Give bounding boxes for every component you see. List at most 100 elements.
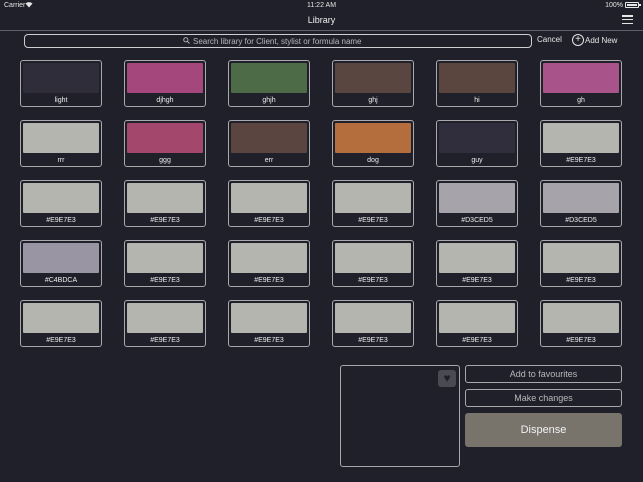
- swatch-label: rrr: [57, 157, 65, 164]
- swatch-color: [127, 243, 203, 273]
- swatch-color: [231, 243, 307, 273]
- swatch-color: [23, 243, 99, 273]
- battery-icon: [625, 2, 641, 8]
- swatch-tile[interactable]: #E9E7E3: [20, 300, 102, 347]
- swatch-color: [335, 123, 411, 153]
- swatch-label: #D3CED5: [461, 217, 493, 224]
- swatch-tile[interactable]: #E9E7E3: [540, 300, 622, 347]
- swatch-tile[interactable]: #E9E7E3: [540, 120, 622, 167]
- swatch-color: [439, 123, 515, 153]
- page-title: Library: [307, 15, 336, 25]
- swatch-tile[interactable]: #E9E7E3: [436, 240, 518, 287]
- swatch-color: [335, 183, 411, 213]
- swatch-tile[interactable]: #E9E7E3: [540, 240, 622, 287]
- swatch-color: [543, 243, 619, 273]
- swatch-label: #E9E7E3: [150, 277, 180, 284]
- swatch-tile[interactable]: gh: [540, 60, 622, 107]
- swatch-tile[interactable]: ghjh: [228, 60, 310, 107]
- add-to-favourites-button[interactable]: Add to favourites: [465, 365, 622, 383]
- swatch-tile[interactable]: #E9E7E3: [20, 180, 102, 227]
- swatch-label: #E9E7E3: [254, 337, 284, 344]
- swatch-tile[interactable]: #E9E7E3: [332, 180, 414, 227]
- formula-preview: ♥: [340, 365, 460, 467]
- search-input[interactable]: [193, 36, 373, 46]
- swatch-label: dog: [367, 157, 379, 164]
- swatch-tile[interactable]: #E9E7E3: [228, 180, 310, 227]
- swatch-label: #E9E7E3: [46, 217, 76, 224]
- heart-icon[interactable]: ♥: [438, 370, 456, 387]
- swatch-label: #E9E7E3: [150, 337, 180, 344]
- search-field[interactable]: [24, 34, 532, 48]
- swatch-color: [231, 303, 307, 333]
- swatch-tile[interactable]: #D3CED5: [436, 180, 518, 227]
- swatch-label: djhgh: [156, 97, 174, 104]
- swatch-label: #E9E7E3: [462, 277, 492, 284]
- swatch-color: [127, 183, 203, 213]
- swatch-tile[interactable]: rrr: [20, 120, 102, 167]
- menu-icon[interactable]: [622, 15, 633, 25]
- swatch-tile[interactable]: #E9E7E3: [332, 300, 414, 347]
- swatch-tile[interactable]: #E9E7E3: [228, 240, 310, 287]
- swatch-color: [231, 123, 307, 153]
- nav-bar: Library: [0, 11, 643, 31]
- swatch-color: [23, 303, 99, 333]
- swatch-tile[interactable]: #E9E7E3: [124, 300, 206, 347]
- swatch-tile[interactable]: light: [20, 60, 102, 107]
- swatch-label: #E9E7E3: [462, 337, 492, 344]
- swatch-tile[interactable]: #E9E7E3: [124, 180, 206, 227]
- swatch-label: #E9E7E3: [566, 157, 596, 164]
- swatch-tile[interactable]: #E9E7E3: [332, 240, 414, 287]
- swatch-label: #C4BDCA: [44, 277, 78, 284]
- swatch-label: hi: [474, 97, 480, 104]
- swatch-color: [439, 63, 515, 93]
- swatch-label: #D3CED5: [565, 217, 597, 224]
- make-changes-button[interactable]: Make changes: [465, 389, 622, 407]
- swatch-tile[interactable]: ggg: [124, 120, 206, 167]
- swatch-label: #E9E7E3: [254, 277, 284, 284]
- swatch-tile[interactable]: dog: [332, 120, 414, 167]
- swatch-color: [231, 183, 307, 213]
- swatch-color: [543, 183, 619, 213]
- status-bar: Carrier 11:22 AM 100%: [0, 0, 643, 11]
- swatch-tile[interactable]: hi: [436, 60, 518, 107]
- battery-percent: 100%: [605, 2, 623, 9]
- swatch-color: [439, 303, 515, 333]
- swatch-label: ghjh: [262, 97, 276, 104]
- swatch-color: [335, 303, 411, 333]
- swatch-tile[interactable]: #E9E7E3: [124, 240, 206, 287]
- dispense-button[interactable]: Dispense: [465, 413, 622, 447]
- swatch-tile[interactable]: #C4BDCA: [20, 240, 102, 287]
- swatch-color: [543, 63, 619, 93]
- swatch-tile[interactable]: err: [228, 120, 310, 167]
- swatch-tile[interactable]: #E9E7E3: [228, 300, 310, 347]
- swatch-color: [335, 243, 411, 273]
- swatch-tile[interactable]: ghj: [332, 60, 414, 107]
- swatch-color: [335, 63, 411, 93]
- swatch-label: #E9E7E3: [46, 337, 76, 344]
- swatch-tile[interactable]: #D3CED5: [540, 180, 622, 227]
- swatch-label: guy: [471, 157, 483, 164]
- swatch-color: [439, 243, 515, 273]
- swatch-label: #E9E7E3: [150, 217, 180, 224]
- swatch-color: [23, 63, 99, 93]
- swatch-tile[interactable]: #E9E7E3: [436, 300, 518, 347]
- swatch-color: [127, 63, 203, 93]
- cancel-button[interactable]: Cancel: [537, 35, 562, 44]
- swatch-color: [543, 303, 619, 333]
- swatch-color: [23, 123, 99, 153]
- status-time: 11:22 AM: [306, 2, 337, 9]
- swatch-label: gh: [577, 97, 585, 104]
- add-new-label: Add New: [585, 35, 618, 45]
- swatch-label: err: [264, 157, 274, 164]
- swatch-tile[interactable]: guy: [436, 120, 518, 167]
- swatch-label: #E9E7E3: [358, 337, 388, 344]
- swatch-label: #E9E7E3: [358, 217, 388, 224]
- swatch-label: #E9E7E3: [254, 217, 284, 224]
- swatch-color: [543, 123, 619, 153]
- swatch-color: [127, 123, 203, 153]
- swatch-color: [23, 183, 99, 213]
- swatch-tile[interactable]: djhgh: [124, 60, 206, 107]
- swatch-label: #E9E7E3: [566, 337, 596, 344]
- swatch-label: light: [54, 97, 68, 104]
- add-new-button[interactable]: + Add New: [572, 34, 617, 46]
